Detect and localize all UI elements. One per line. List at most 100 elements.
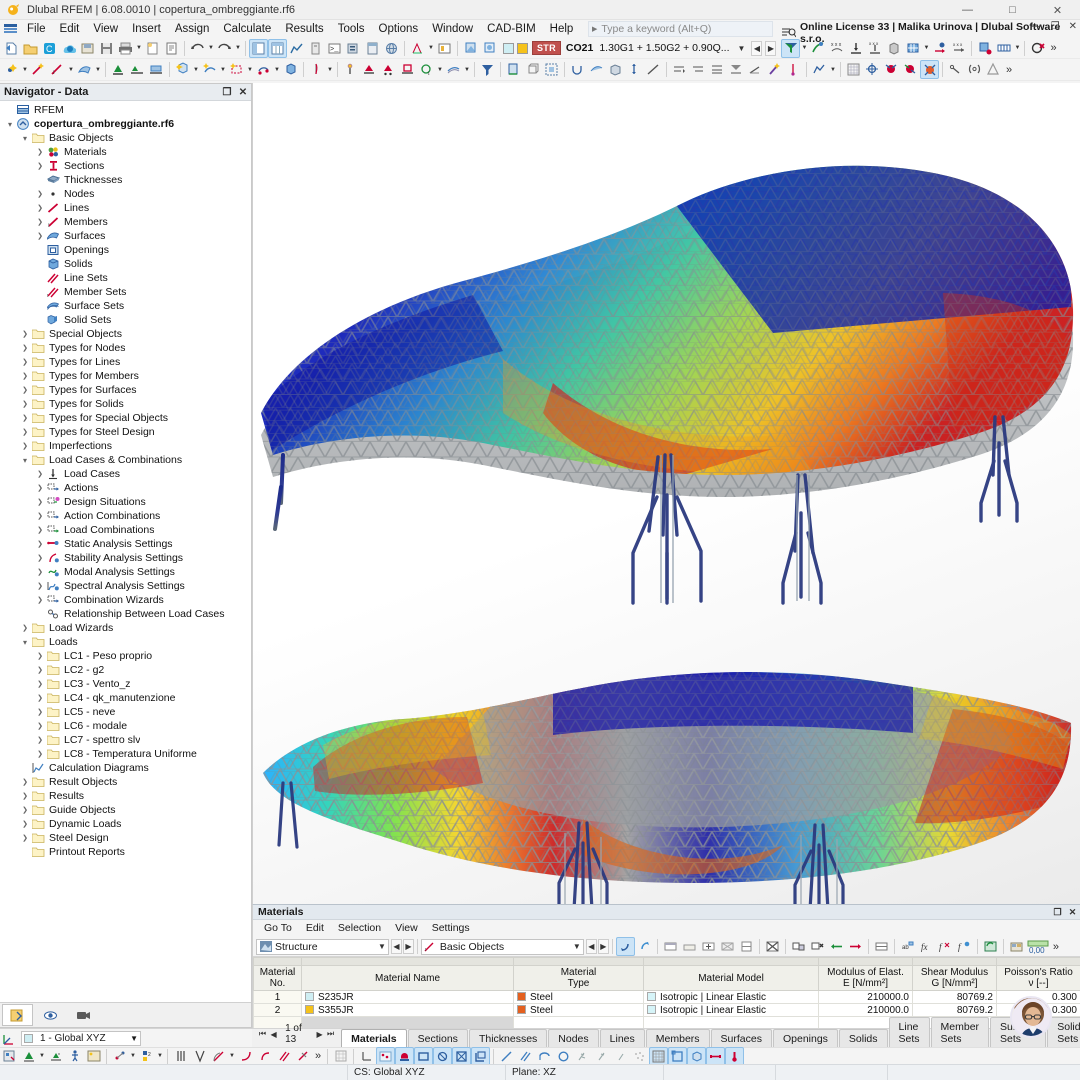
open-folder-icon[interactable]: [21, 39, 40, 58]
show-supports-icon[interactable]: [395, 1046, 415, 1066]
maximize-button[interactable]: □: [990, 0, 1035, 20]
tree-item-steel-design[interactable]: ❯ Steel Design: [0, 831, 251, 845]
app-menu-icon[interactable]: [0, 23, 20, 35]
draw-parallel-icon[interactable]: [516, 1047, 535, 1066]
align-2-icon[interactable]: [689, 60, 708, 79]
formula-fx-icon[interactable]: fx: [917, 937, 936, 956]
chevron-right-icon[interactable]: ❯: [34, 750, 46, 758]
support-type-1-icon[interactable]: [360, 60, 379, 79]
cell-material-type[interactable]: Steel: [513, 1003, 644, 1017]
member-hinge-icon[interactable]: [341, 60, 360, 79]
tree-item-stability-analysis-settings[interactable]: ❯ Stability Analysis Settings: [0, 551, 251, 565]
support-snap-icon[interactable]: x: [46, 1047, 65, 1066]
materials-menu-selection[interactable]: Selection: [331, 921, 388, 936]
page-last-button[interactable]: ⏭: [326, 1029, 335, 1039]
diagonal-line-icon[interactable]: [644, 60, 663, 79]
tree-item-lc6-modale[interactable]: ❯ LC6 - modale: [0, 719, 251, 733]
structure-prev-button[interactable]: ◀: [390, 939, 402, 954]
cell-modulus-elasticity[interactable]: 210000.0: [818, 1003, 913, 1017]
material-library-icon[interactable]: [1007, 937, 1026, 956]
line-load-dropdown-icon[interactable]: ▼: [219, 60, 227, 79]
print-dropdown-icon[interactable]: ▼: [135, 39, 143, 58]
cell-shear-modulus[interactable]: 80769.2: [912, 1003, 997, 1017]
tree-item-combination-wizards[interactable]: ❯ Combination Wizards: [0, 593, 251, 607]
tree-item-rfem[interactable]: RFEM: [0, 103, 251, 117]
tree-item-solids[interactable]: Solids: [0, 257, 251, 271]
table-row[interactable]: 1 S235JR Steel Isotropic | Linear Elastic 21…: [253, 990, 1080, 1004]
table-grid-icon[interactable]: [718, 937, 737, 956]
console-icon[interactable]: >_: [325, 39, 344, 58]
cell-material-model[interactable]: Isotropic | Linear Elastic: [643, 1003, 819, 1017]
chevron-right-icon[interactable]: ❯: [34, 498, 46, 506]
coordinate-system-icon[interactable]: [0, 1029, 19, 1048]
chevron-right-icon[interactable]: ❯: [34, 148, 46, 156]
solid-box-icon[interactable]: [606, 60, 625, 79]
menu-insert[interactable]: Insert: [125, 20, 168, 38]
select-in-model-icon[interactable]: [615, 937, 635, 956]
cloud-points-icon[interactable]: [630, 1047, 649, 1066]
mdi-restore-button[interactable]: ❐: [1051, 21, 1060, 32]
tree-item-solid-sets[interactable]: Solid Sets: [0, 313, 251, 327]
cloud-open-icon[interactable]: C: [40, 39, 59, 58]
formula-fx2-icon[interactable]: f: [936, 937, 955, 956]
tab-thicknesses[interactable]: Thicknesses: [468, 1029, 548, 1048]
loads-values-icon[interactable]: x x x: [949, 39, 968, 58]
page-first-button[interactable]: ⏮: [258, 1029, 267, 1039]
stability-icon[interactable]: [965, 60, 984, 79]
units-dropdown-icon[interactable]: ▼: [427, 39, 435, 58]
dimension-1-icon[interactable]: [573, 1047, 592, 1066]
cell-material-name[interactable]: S235JR: [301, 990, 514, 1004]
tree-item-lc2-g2[interactable]: ❯ LC2 - g2: [0, 663, 251, 677]
surface-eccentricity-dropdown-icon[interactable]: ▼: [463, 60, 471, 79]
tree-item-guide-objects[interactable]: ❯ Guide Objects: [0, 803, 251, 817]
minimize-button[interactable]: —: [945, 0, 990, 20]
node-snap-dropdown-icon[interactable]: ▼: [38, 1047, 46, 1066]
result-diagram-icon[interactable]: [975, 39, 994, 58]
undo-icon[interactable]: [188, 39, 207, 58]
menu-cad-bim[interactable]: CAD-BIM: [480, 20, 543, 38]
tree-item-materials[interactable]: ❯ Materials: [0, 145, 251, 159]
cs-chevron-down-icon[interactable]: ▼: [130, 1034, 138, 1043]
toolbar2-overflow-icon[interactable]: »: [1003, 64, 1015, 76]
imperfection-icon[interactable]: [307, 60, 326, 79]
lc-prev-button[interactable]: ◀: [751, 40, 763, 56]
show-deformation-icon[interactable]: [808, 39, 827, 58]
render-solid-icon[interactable]: [687, 1046, 707, 1066]
tree-item-nodes[interactable]: ❯ Nodes: [0, 187, 251, 201]
tab-sections[interactable]: Sections: [407, 1029, 468, 1048]
load-combination-chevron-down-icon[interactable]: ▼: [738, 44, 746, 53]
chevron-right-icon[interactable]: ❯: [34, 526, 46, 534]
tree-item-types-for-surfaces[interactable]: ❯ Types for Surfaces: [0, 383, 251, 397]
tab-line-sets[interactable]: Line Sets: [888, 1017, 930, 1048]
imperfection-dropdown-icon[interactable]: ▼: [326, 60, 334, 79]
diagram-result-dropdown-icon[interactable]: ▼: [829, 60, 837, 79]
navigator-undock-icon[interactable]: ❐: [219, 87, 235, 98]
tree-item-types-for-members[interactable]: ❯ Types for Members: [0, 369, 251, 383]
tree-item-load-cases[interactable]: ❯ Load Cases: [0, 467, 251, 481]
fe-mesh-icon[interactable]: [844, 60, 863, 79]
chevron-right-icon[interactable]: ❯: [34, 680, 46, 688]
new-node-dropdown-icon[interactable]: ▼: [21, 60, 29, 79]
tab-surfaces[interactable]: Surfaces: [710, 1029, 772, 1048]
align-3-icon[interactable]: [708, 60, 727, 79]
redo-icon[interactable]: [215, 39, 234, 58]
chevron-right-icon[interactable]: ❯: [34, 596, 46, 604]
chevron-right-icon[interactable]: ❯: [19, 624, 31, 632]
parallel-lines-icon[interactable]: [171, 1047, 190, 1066]
nodal-support-icon[interactable]: [109, 60, 128, 79]
node-snap-icon[interactable]: [568, 60, 587, 79]
units-icon[interactable]: [408, 39, 427, 58]
select-filter-icon[interactable]: [478, 60, 497, 79]
navigator-display-tab-icon[interactable]: [35, 1004, 66, 1026]
split-view-icon[interactable]: [872, 937, 891, 956]
table-add-column-icon[interactable]: [699, 937, 718, 956]
align-1-icon[interactable]: [670, 60, 689, 79]
tab-solid-sets[interactable]: Solid Sets: [1047, 1017, 1080, 1048]
angle-snap-icon[interactable]: [209, 1047, 228, 1066]
arc-icon[interactable]: [255, 1047, 274, 1066]
cell-material-no[interactable]: 1: [253, 990, 302, 1004]
snap-point-icon[interactable]: [110, 1047, 129, 1066]
chevron-right-icon[interactable]: ❯: [19, 330, 31, 338]
copy-row-icon[interactable]: [789, 937, 808, 956]
chevron-down-icon[interactable]: ▾: [4, 120, 16, 129]
